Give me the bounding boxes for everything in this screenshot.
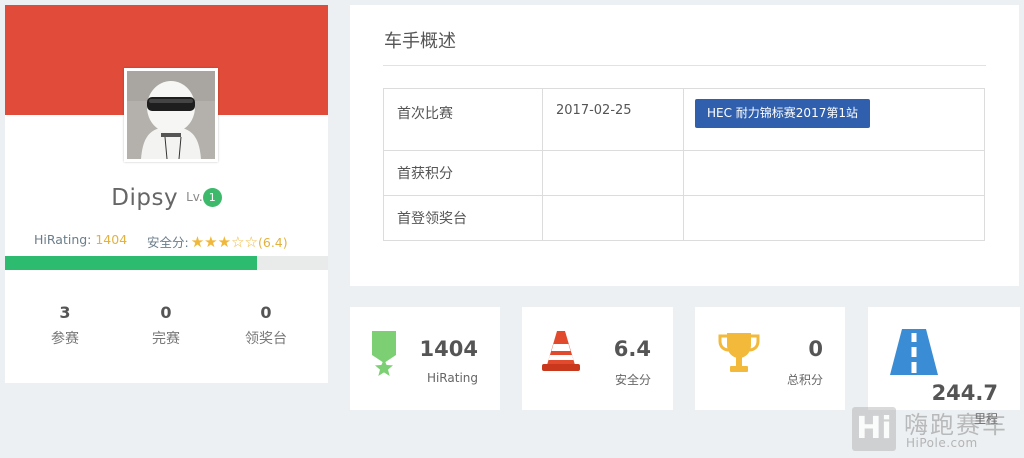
metric-label: 安全分 <box>614 373 651 387</box>
table-row: 首获积分 <box>383 150 985 196</box>
row-date <box>542 195 684 241</box>
road-icon <box>890 329 938 375</box>
stat-podiums: 0 领奖台 <box>221 303 311 348</box>
star-filled-icon: ★ <box>190 233 205 251</box>
ribbon-icon <box>372 331 396 376</box>
watermark-logo: Hi <box>852 407 896 451</box>
star-empty-icon: ☆ <box>244 233 258 251</box>
overview-title: 车手概述 <box>384 31 456 52</box>
driver-overview-card: 车手概述 首次比赛 2017-02-25 HEC 耐力锦标赛2017第1站 首获… <box>350 5 1019 286</box>
level-label: Lv. 1 <box>186 188 222 207</box>
overview-table: 首次比赛 2017-02-25 HEC 耐力锦标赛2017第1站 首获积分 首登… <box>383 88 985 241</box>
avatar[interactable] <box>124 68 218 162</box>
safety-rating: 安全分: ★★★☆☆(6.4) <box>147 232 288 251</box>
stat-races-label: 参赛 <box>51 331 79 347</box>
level-progress-fill <box>5 256 257 270</box>
row-race: HEC 耐力锦标赛2017第1站 <box>683 88 985 151</box>
safety-stars: ★★★☆☆ <box>191 233 258 251</box>
traffic-cone-icon <box>542 331 580 371</box>
row-race <box>683 195 985 241</box>
level-progress-bar <box>5 256 328 270</box>
metric-card-points: 0 总积分 <box>695 307 845 410</box>
metric-value: 0 <box>808 337 823 361</box>
divider <box>383 65 986 66</box>
metric-value: 6.4 <box>613 337 651 361</box>
metric-label: 总积分 <box>786 373 823 387</box>
row-label: 首获积分 <box>383 150 543 196</box>
watermark-url: HiPole.com <box>906 436 978 450</box>
table-row: 首登领奖台 <box>383 195 985 241</box>
hirating-value: 1404 <box>95 232 128 247</box>
row-label: 首登领奖台 <box>383 195 543 241</box>
username-row: Dipsy Lv. 1 <box>5 185 328 211</box>
stat-finishes: 0 完赛 <box>121 303 211 348</box>
row-date <box>542 150 684 196</box>
safety-value: (6.4) <box>257 235 288 250</box>
row-date: 2017-02-25 <box>542 88 684 151</box>
metric-card-safety: 6.4 安全分 <box>522 307 673 410</box>
hirating-label: HiRating: <box>34 232 96 247</box>
username: Dipsy <box>111 185 179 211</box>
stat-finishes-value: 0 <box>160 303 172 322</box>
metric-value: 244.7 <box>931 381 998 405</box>
level-badge: 1 <box>202 188 222 207</box>
table-row: 首次比赛 2017-02-25 HEC 耐力锦标赛2017第1站 <box>383 88 985 151</box>
star-empty-icon: ☆ <box>231 233 245 251</box>
avatar-image <box>127 71 215 159</box>
stat-races-value: 3 <box>59 303 71 322</box>
watermark-title: 嗨跑赛车 <box>904 411 1008 439</box>
metric-value: 1404 <box>419 337 478 361</box>
row-label: 首次比赛 <box>383 88 543 151</box>
watermark: Hi 嗨跑赛车 HiPole.com <box>852 405 1020 453</box>
stat-podiums-value: 0 <box>260 303 272 322</box>
level-prefix: Lv. <box>186 190 203 204</box>
hirating: HiRating: 1404 <box>34 232 127 247</box>
metric-label: HiRating <box>426 371 478 385</box>
profile-card: Dipsy Lv. 1 HiRating: 1404 安全分: ★★★☆☆(6.4) … <box>5 5 328 383</box>
metric-card-hirating: 1404 HiRating <box>350 307 500 410</box>
safety-label: 安全分: <box>147 235 189 250</box>
stat-races: 3 参赛 <box>20 303 110 348</box>
trophy-icon <box>718 333 760 372</box>
race-link-button[interactable]: HEC 耐力锦标赛2017第1站 <box>695 99 870 128</box>
row-race <box>683 150 985 196</box>
star-filled-icon: ★ <box>217 233 232 251</box>
metric-card-mileage: 244.7 里程 <box>868 307 1020 426</box>
stat-finishes-label: 完赛 <box>152 331 180 347</box>
star-filled-icon: ★ <box>204 233 218 251</box>
stat-podiums-label: 领奖台 <box>245 331 287 347</box>
